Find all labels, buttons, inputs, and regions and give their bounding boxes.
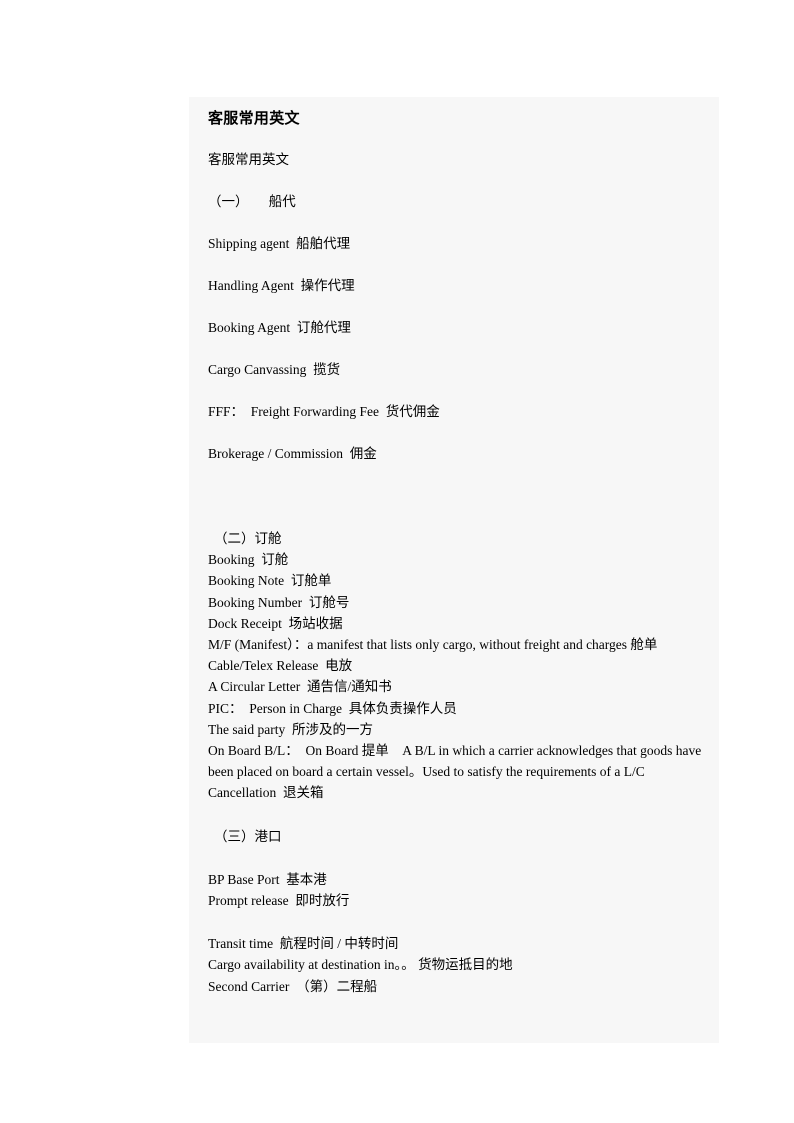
section-two-line-3: Booking Number 订舱号: [208, 594, 350, 610]
section-one-heading: （一） 船代: [208, 194, 296, 209]
section-two-heading: （二）订舱: [214, 531, 282, 546]
intro-block: 客服常用英文 （一） 船代 Shipping agent 船舶代理 Handli…: [208, 151, 709, 462]
section-two-line-2: Booking Note 订舱单: [208, 573, 332, 589]
section-one-line-3: Booking Agent 订舱代理: [208, 320, 351, 335]
section-three-heading: （三）港口: [214, 828, 282, 844]
section-three-line-4: Cargo availability at destination in。。 货…: [208, 957, 513, 973]
section-one-line-6: Brokerage / Commission 佣金: [208, 446, 377, 461]
spacer-mid-section-three: [208, 911, 709, 933]
spacer-after-title: [199, 129, 709, 151]
section-one-line-1: Shipping agent 船舶代理: [208, 236, 351, 251]
spacer-before-section-two-extra: [199, 506, 709, 528]
page-title: 客服常用英文: [208, 111, 300, 127]
section-two-line-9: The said party 所涉及的一方: [208, 721, 373, 737]
section-three-line-3: Transit time 航程时间 / 中转时间: [208, 936, 399, 952]
section-one-line-4: Cargo Canvassing 揽货: [208, 362, 341, 377]
spacer-after-section-three-heading: [208, 847, 709, 869]
page-canvas: 客服常用英文 客服常用英文 （一） 船代 Shipping agent 船舶代理…: [0, 0, 794, 1123]
section-three-line-1: BP Base Port 基本港: [208, 871, 327, 887]
section-two-line-8: PIC： Person in Charge 具体负责操作人员: [208, 700, 457, 716]
section-one-line-2: Handling Agent 操作代理: [208, 278, 355, 293]
section-one-line-5: FFF： Freight Forwarding Fee 货代佣金: [208, 404, 440, 419]
section-three-line-5: Second Carrier （第）二程船: [208, 978, 378, 994]
document-subtitle: 客服常用英文: [208, 152, 289, 167]
section-two-line-10: On Board B/L： On Board 提单 A B/L in which…: [208, 743, 702, 780]
section-two-line-5: M/F (Manifest）：a manifest that lists onl…: [208, 637, 658, 653]
document-panel: 客服常用英文 客服常用英文 （一） 船代 Shipping agent 船舶代理…: [189, 97, 719, 1043]
spacer-before-section-three: [199, 804, 709, 826]
section-two-line-6: Cable/Telex Release 电放: [208, 658, 353, 674]
section-three-line-2: Prompt release 即时放行: [208, 893, 350, 909]
section-three-block: （三）港口 BP Base Port 基本港 Prompt release 即时…: [208, 826, 709, 997]
section-two-line-1: Booking 订舱: [208, 552, 289, 568]
section-two-line-7: A Circular Letter 通告信/通知书: [208, 679, 392, 695]
section-two-line-4: Dock Receipt 场站收据: [208, 615, 343, 631]
spacer-before-section-two: [199, 462, 709, 506]
section-two-line-11: Cancellation 退关箱: [208, 785, 324, 801]
section-two-block: （二）订舱 Booking 订舱 Booking Note 订舱单 Bookin…: [208, 528, 709, 804]
